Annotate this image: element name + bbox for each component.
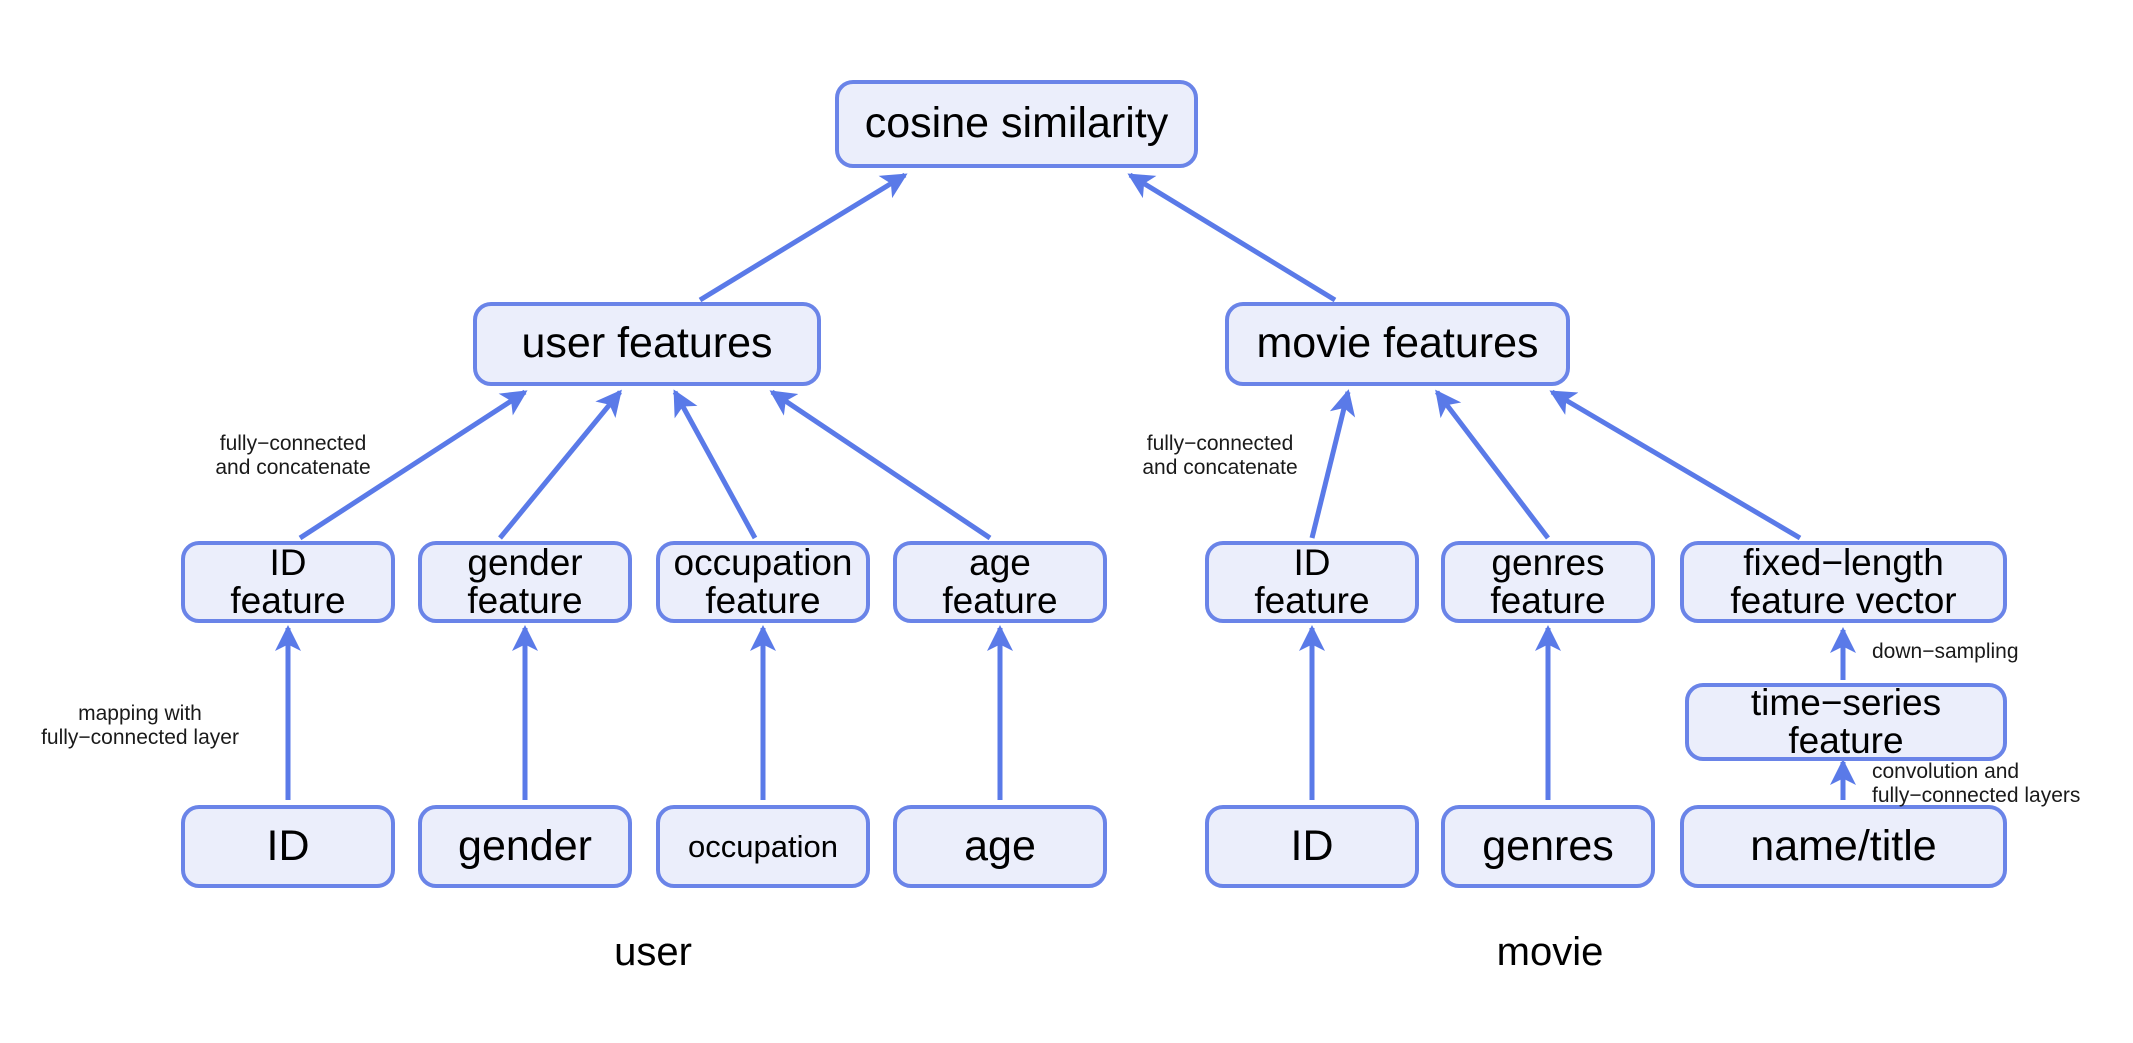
node-label: ID [266,821,310,870]
node-user-occupation-input[interactable]: occupation [656,805,870,888]
node-label: ID [1290,821,1334,870]
node-user-age-feature[interactable]: age feature [893,541,1107,623]
node-movie-features[interactable]: movie features [1225,302,1570,386]
node-label: time−series feature [1750,682,1942,761]
node-label: gender feature [467,542,583,621]
node-user-gender-input[interactable]: gender [418,805,632,888]
node-movie-id-input[interactable]: ID [1205,805,1419,888]
group-label-user: user [614,930,692,974]
node-label: movie features [1256,319,1539,368]
annotation-movie-concatenate: fully−connected and concatenate [1142,432,1298,479]
node-label: name/title [1750,821,1937,870]
node-label: ID feature [230,542,346,621]
node-user-id-input[interactable]: ID [181,805,395,888]
node-movie-genres-feature[interactable]: genres feature [1441,541,1655,623]
diagram-canvas: cosine similarity user features movie fe… [0,0,2133,1043]
node-label: genres [1482,821,1614,870]
node-fixed-length-feature-vector[interactable]: fixed−length feature vector [1680,541,2007,623]
node-cosine-similarity[interactable]: cosine similarity [835,80,1198,168]
annotation-convolution-layers: convolution and fully−connected layers [1872,760,2081,807]
group-label-movie: movie [1496,930,1604,974]
node-label: occupation feature [673,542,853,621]
node-user-features[interactable]: user features [473,302,821,386]
node-user-occupation-feature[interactable]: occupation feature [656,541,870,623]
node-label: ID feature [1254,542,1370,621]
node-time-series-feature[interactable]: time−series feature [1685,683,2007,761]
node-label: age [964,821,1036,870]
node-movie-genres-input[interactable]: genres [1441,805,1655,888]
annotation-down-sampling: down−sampling [1872,640,2019,663]
node-label: fixed−length feature vector [1730,542,1957,621]
annotation-mapping-fully-connected: mapping with fully−connected layer [41,702,239,749]
node-label: age feature [942,542,1058,621]
node-user-id-feature[interactable]: ID feature [181,541,395,623]
node-label: gender [458,821,592,870]
annotation-user-concatenate: fully−connected and concatenate [215,432,371,479]
node-label: user features [521,319,773,368]
node-movie-id-feature[interactable]: ID feature [1205,541,1419,623]
node-movie-name-title-input[interactable]: name/title [1680,805,2007,888]
node-user-age-input[interactable]: age [893,805,1107,888]
node-label: occupation [688,828,838,864]
node-user-gender-feature[interactable]: gender feature [418,541,632,623]
node-label: genres feature [1490,542,1606,621]
node-label: cosine similarity [864,99,1169,148]
